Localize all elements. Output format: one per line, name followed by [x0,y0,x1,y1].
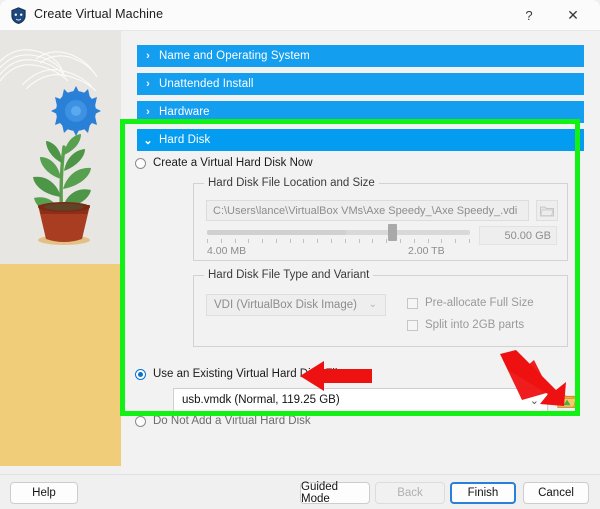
decorative-sidebar-illustration [0,31,121,474]
checkbox-pre-allocate-full-size[interactable]: Pre-allocate Full Size [407,297,534,309]
section-label: Name and Operating System [159,50,310,62]
chevron-right-icon: › [146,50,150,62]
radio-label: Create a Virtual Hard Disk Now [153,157,313,169]
window-title: Create Virtual Machine [34,7,164,21]
potted-plant-illustration [33,86,101,245]
radio-indicator [135,157,146,169]
chevron-down-icon: ⌄ [529,395,539,407]
help-question-icon[interactable]: ? [510,0,548,31]
slider-min-label: 4.00 MB [207,245,247,257]
group-hard-disk-file-type-and-variant: Hard Disk File Type and Variant VDI (Vir… [193,269,568,347]
existing-disk-file-value: usb.vmdk (Normal, 119.25 GB) [182,394,340,406]
radio-use-existing-virtual-hard-disk-file[interactable]: Use an Existing Virtual Hard Disk File [135,368,344,380]
section-header-unattended-install[interactable]: › Unattended Install [137,73,584,95]
checkbox-split-into-2gb-parts[interactable]: Split into 2GB parts [407,319,524,331]
cancel-button[interactable]: Cancel [523,482,589,504]
radio-do-not-add-a-virtual-hard-disk[interactable]: Do Not Add a Virtual Hard Disk [135,415,311,427]
browse-folder-icon[interactable] [536,200,558,221]
back-button: Back [375,482,445,504]
existing-disk-file-select[interactable]: usb.vmdk (Normal, 119.25 GB) ⌄ [173,388,548,412]
slider-tick-marks [207,239,470,244]
close-icon[interactable]: ✕ [554,0,592,31]
section-header-hardware[interactable]: › Hardware [137,101,584,123]
checkbox-indicator [407,319,418,331]
slider-fill [207,230,347,235]
dialog-footer: Help Guided Mode Back Finish Cancel [0,474,600,509]
disk-format-value: VDI (VirtualBox Disk Image) [214,299,357,311]
chevron-down-icon: ⌄ [368,299,377,310]
finish-button[interactable]: Finish [450,482,516,504]
section-label: Hardware [159,106,210,118]
radio-create-virtual-hard-disk-now[interactable]: Create a Virtual Hard Disk Now [135,157,313,169]
group-title: Hard Disk File Location and Size [204,177,379,189]
group-title: Hard Disk File Type and Variant [204,269,374,281]
chevron-right-icon: › [146,106,150,118]
radio-label: Do Not Add a Virtual Hard Disk [153,415,311,427]
create-virtual-machine-window: Create Virtual Machine ? ✕ › Name and Op… [0,0,600,509]
help-button[interactable]: Help [10,482,78,504]
section-label: Unattended Install [159,78,254,90]
group-hard-disk-file-location-and-size: Hard Disk File Location and Size C:\User… [193,177,568,261]
hard-disk-path-input[interactable]: C:\Users\lance\VirtualBox VMs\Axe Speedy… [206,200,529,221]
virtualbox-shield-icon [11,7,26,25]
radio-label: Use an Existing Virtual Hard Disk File [153,368,344,380]
folder-open-icon [557,393,577,408]
section-header-name-and-operating-system[interactable]: › Name and Operating System [137,45,584,67]
radio-indicator [135,415,146,427]
radio-indicator-selected [135,368,146,380]
chevron-down-icon: ⌄ [143,134,153,147]
wizard-content-panel: › Name and Operating System › Unattended… [121,31,600,474]
section-label: Hard Disk [159,134,211,146]
slider-max-label: 2.00 TB [408,245,445,257]
choose-existing-disk-folder-button[interactable] [555,388,579,412]
checkbox-label: Pre-allocate Full Size [425,297,534,309]
disk-size-value-input[interactable]: 50.00 GB [479,226,557,245]
chevron-right-icon: › [146,78,150,90]
checkbox-label: Split into 2GB parts [425,319,525,331]
title-bar: Create Virtual Machine ? ✕ [0,0,600,31]
disk-format-select[interactable]: VDI (VirtualBox Disk Image) ⌄ [206,294,386,316]
sidebar-bottom-strip [0,466,121,474]
illustration-ground [0,264,121,474]
guided-mode-button[interactable]: Guided Mode [300,481,370,505]
disk-size-slider-track[interactable] [207,230,470,235]
checkbox-indicator [407,297,418,309]
section-header-hard-disk[interactable]: ⌄ Hard Disk [137,129,584,151]
folder-icon [540,206,554,216]
